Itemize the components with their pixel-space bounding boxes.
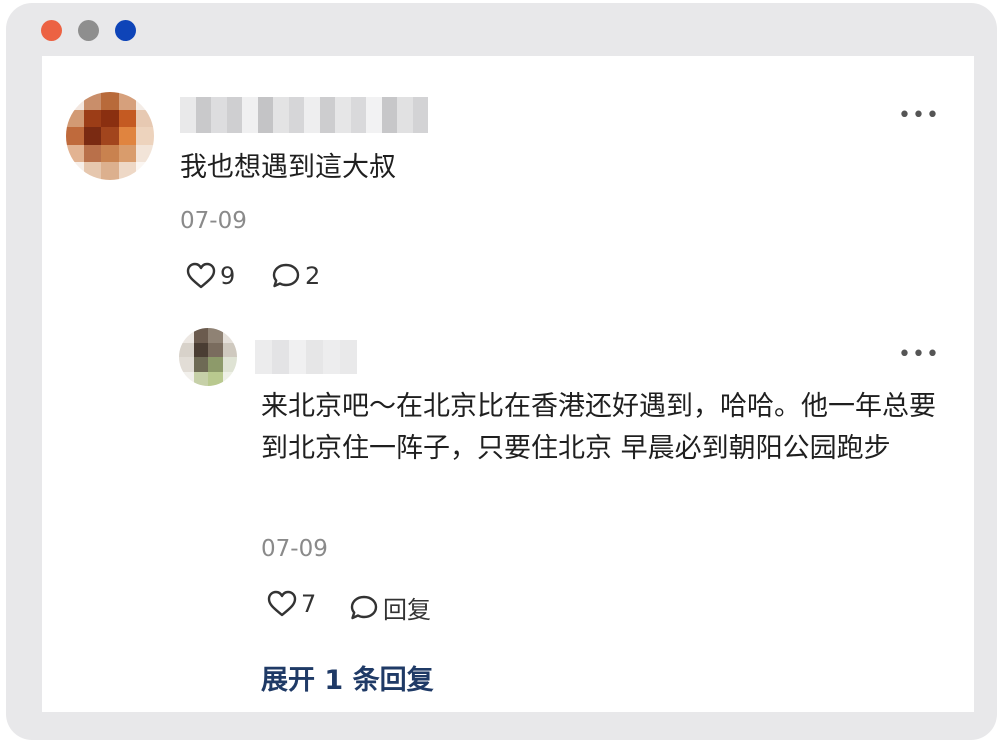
reply-button[interactable]: 回复: [349, 590, 431, 625]
blur-pixel: [306, 340, 323, 374]
blur-pixel: [180, 97, 196, 133]
avatar-pixel: [136, 109, 154, 128]
avatar-pixel: [101, 127, 119, 145]
blur-pixel: [412, 97, 428, 133]
blur-pixel: [195, 97, 211, 133]
blur-pixel: [242, 97, 258, 133]
blur-pixel: [381, 97, 397, 133]
blur-pixel: [288, 97, 304, 133]
comment-button[interactable]: 2: [271, 262, 320, 290]
blur-pixel: [323, 340, 340, 374]
avatar-pixel: [193, 357, 208, 372]
avatar-pixel: [179, 342, 194, 357]
speech-bubble-icon: [272, 263, 300, 288]
comment-count: 2: [305, 262, 321, 290]
avatar-pixel: [136, 92, 154, 110]
avatar-pixel: [101, 144, 119, 163]
avatar-pixel: [66, 92, 84, 110]
expand-replies-link[interactable]: 展开 1 条回复: [261, 658, 434, 697]
avatar-pixel: [222, 357, 237, 372]
blur-pixel: [335, 97, 351, 133]
blur-pixel: [272, 340, 289, 374]
minimize-window-dot[interactable]: [78, 20, 99, 41]
avatar-pixel: [66, 144, 84, 163]
avatar-pixel: [222, 371, 237, 386]
avatar-pixel: [83, 127, 102, 145]
avatar-pixel: [101, 162, 119, 180]
avatar-pixel: [118, 144, 137, 163]
reply-like-count: 7: [301, 590, 317, 618]
blur-pixel: [255, 340, 272, 374]
blur-pixel: [289, 340, 306, 374]
avatar-pixel: [118, 127, 137, 145]
avatar-pixel: [208, 342, 223, 357]
blur-pixel: [397, 97, 413, 133]
avatar-pixel: [179, 371, 194, 386]
blur-pixel: [211, 97, 227, 133]
avatar-pixel: [208, 328, 223, 343]
avatar-pixel: [101, 92, 119, 110]
avatar-pixel: [83, 162, 102, 180]
avatar-pixel: [193, 328, 208, 343]
avatar-pixel: [83, 144, 102, 163]
blur-pixel: [350, 97, 366, 133]
avatar[interactable]: [66, 92, 154, 180]
avatar-pixel: [118, 109, 137, 128]
speech-bubble-icon: [350, 595, 378, 619]
blur-pixel: [226, 97, 242, 133]
more-options-icon[interactable]: •••: [898, 105, 940, 127]
reply-like-button[interactable]: 7: [267, 590, 316, 618]
like-count: 9: [220, 262, 236, 290]
avatar-pixel: [118, 162, 137, 180]
avatar-pixel: [222, 328, 237, 343]
blur-pixel: [304, 97, 320, 133]
avatar-pixel: [222, 342, 237, 357]
avatar-pixel: [179, 328, 194, 343]
blur-pixel: [319, 97, 335, 133]
like-button[interactable]: 9: [186, 262, 235, 290]
blur-pixel: [273, 97, 289, 133]
avatar-pixel: [193, 371, 208, 386]
blur-pixel: [366, 97, 382, 133]
blur-pixel: [340, 340, 357, 374]
heart-icon: [267, 590, 297, 617]
avatar-pixel: [66, 162, 84, 180]
avatar-pixel: [83, 109, 102, 128]
maximize-window-dot[interactable]: [115, 20, 136, 41]
comment-date: 07-09: [180, 208, 247, 234]
reply-text: 来北京吧～在北京比在香港还好遇到，哈哈。他一年总要到北京住一阵子，只要住北京 早…: [261, 391, 936, 464]
avatar-pixel: [66, 109, 84, 128]
close-window-dot[interactable]: [41, 20, 62, 41]
username-blurred[interactable]: [180, 97, 428, 133]
avatar-pixel: [101, 109, 119, 128]
avatar-pixel: [136, 127, 154, 145]
reply-more-options-icon[interactable]: •••: [898, 344, 940, 366]
avatar-pixel: [208, 357, 223, 372]
reply-button-label: 回复: [383, 596, 431, 624]
heart-icon: [186, 262, 216, 289]
avatar-pixel: [136, 162, 154, 180]
avatar-pixel: [118, 92, 137, 110]
reply-username-blurred[interactable]: [255, 340, 357, 374]
reply-date: 07-09: [261, 536, 328, 562]
avatar-pixel: [136, 144, 154, 163]
avatar-pixel: [179, 357, 194, 372]
comment-text: 我也想遇到這大叔: [180, 152, 396, 183]
avatar-pixel: [66, 127, 84, 145]
comment-thread: ••• 我也想遇到這大叔 07-09 9 2 ••• 来北京吧～在北京比在香港还…: [42, 56, 974, 712]
avatar-pixel: [83, 92, 102, 110]
blur-pixel: [257, 97, 273, 133]
reply-avatar[interactable]: [179, 328, 237, 386]
avatar-pixel: [208, 371, 223, 386]
avatar-pixel: [193, 342, 208, 357]
